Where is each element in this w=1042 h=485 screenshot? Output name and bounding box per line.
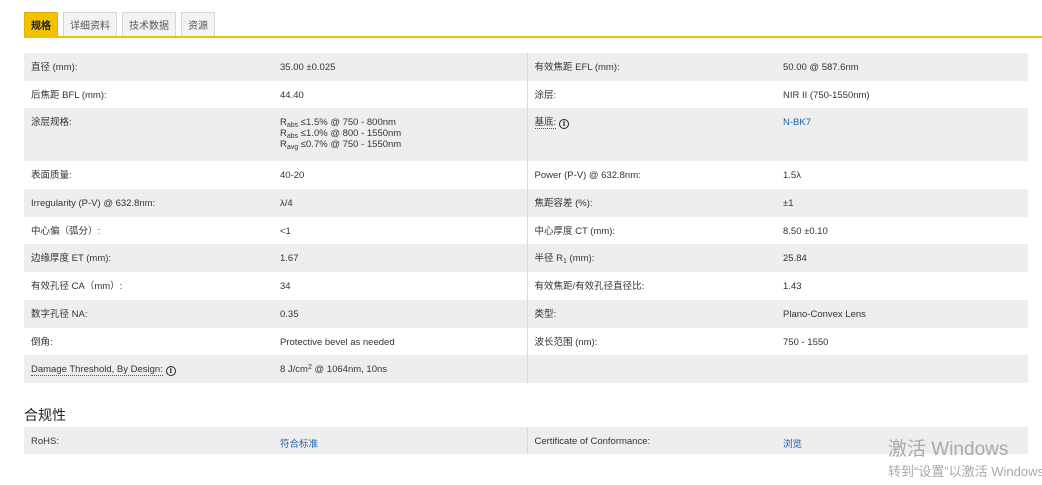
spec-label: 焦距容差 (%): bbox=[527, 189, 776, 217]
watermark-line-1: 激活 Windows bbox=[888, 439, 1009, 460]
spec-label: 数字孔径 NA: bbox=[24, 299, 273, 328]
spec-value: 1.67 bbox=[273, 244, 528, 273]
compliance-table: RoHS: 符合标准 Certificate of Conformance: 浏… bbox=[24, 427, 1028, 454]
spec-value: 1.5λ bbox=[783, 170, 801, 182]
spec-value: 44.40 bbox=[273, 80, 528, 109]
spec-label: 涂层规格: bbox=[24, 108, 273, 162]
substrate-label-text[interactable]: 基底: bbox=[534, 117, 557, 130]
spec-value: <1 bbox=[273, 216, 528, 245]
substrate-link[interactable]: N-BK7 bbox=[783, 117, 811, 128]
spec-value: λ/4 bbox=[273, 189, 528, 217]
table-row: 倒角: Protective bevel as needed 波长范围 (nm)… bbox=[24, 327, 1028, 356]
spec-value: 40-20 bbox=[273, 161, 528, 190]
spec-label: 波长范围 (nm): bbox=[534, 336, 598, 348]
tab-resources[interactable]: 资源 bbox=[181, 12, 215, 36]
spec-value: 50.00 @ 587.6nm bbox=[776, 53, 1028, 81]
table-row: 边缘厚度 ET (mm): 1.67 半径 R1 (mm): 25.84 bbox=[24, 244, 1028, 273]
tab-technical-data[interactable]: 技术数据 bbox=[122, 12, 176, 36]
spec-label: Power (P-V) @ 632.8nm: bbox=[534, 170, 641, 182]
table-row: 有效孔径 CA（mm）: 34 有效焦距/有效孔径直径比: 1.43 bbox=[24, 272, 1028, 300]
info-icon[interactable]: i bbox=[559, 119, 570, 130]
spec-label: 中心偏（弧分）: bbox=[31, 225, 101, 237]
coating-line: Ravg ≤0.7% @ 750 - 1550nm bbox=[280, 139, 402, 152]
spec-value: 25.84 bbox=[776, 244, 1028, 273]
table-row: Irregularity (P-V) @ 632.8nm: λ/4 焦距容差 (… bbox=[24, 189, 1028, 217]
spec-label: 表面质量: bbox=[31, 170, 72, 182]
damage-threshold-value: 8 J/cm2 @ 1064nm, 10ns bbox=[273, 355, 528, 383]
coc-label: Certificate of Conformance: bbox=[527, 427, 776, 454]
table-row: 涂层规格: Rabs ≤1.5% @ 750 - 800nm Rabs ≤1.0… bbox=[24, 108, 1028, 162]
empty-cell bbox=[527, 355, 776, 383]
table-row: 中心偏（弧分）: <1 中心厚度 CT (mm): 8.50 ±0.10 bbox=[24, 216, 1028, 245]
table-row: 数字孔径 NA: 0.35 类型: Plano-Convex Lens bbox=[24, 299, 1028, 328]
table-row: RoHS: 符合标准 Certificate of Conformance: 浏… bbox=[24, 427, 1028, 454]
table-row: 后焦距 BFL (mm): 44.40 涂层: NIR II (750-1550… bbox=[24, 80, 1028, 109]
radius-label: 半径 R1 (mm): bbox=[527, 244, 776, 273]
substrate-label: 基底: i bbox=[527, 108, 776, 162]
rohs-link[interactable]: 符合标准 bbox=[280, 439, 318, 450]
tab-underline bbox=[24, 36, 1042, 38]
table-row: Damage Threshold, By Design: i 8 J/cm2 @ … bbox=[24, 355, 1028, 383]
spec-label: 直径 (mm): bbox=[24, 53, 273, 81]
spec-value: 1.43 bbox=[783, 281, 802, 293]
tab-specifications[interactable]: 规格 bbox=[24, 12, 58, 36]
spec-table: 直径 (mm): 35.00 ±0.025 有效焦距 EFL (mm): 50.… bbox=[24, 53, 1028, 383]
rohs-value: 符合标准 bbox=[273, 427, 528, 454]
spec-value: Protective bevel as needed bbox=[273, 327, 528, 356]
spec-value: 35.00 ±0.025 bbox=[273, 53, 528, 81]
empty-cell bbox=[776, 355, 1028, 383]
tab-bar: 规格 详细资料 技术数据 资源 bbox=[24, 12, 215, 36]
spec-value: NIR II (750-1550nm) bbox=[783, 89, 870, 101]
spec-label: 后焦距 BFL (mm): bbox=[31, 89, 107, 101]
spec-label: 有效孔径 CA（mm）: bbox=[31, 281, 123, 293]
windows-activation-watermark: 激活 Windows 转到“设置”以激活 Windows。 bbox=[888, 438, 1042, 482]
spec-label: 有效焦距/有效孔径直径比: bbox=[534, 281, 645, 293]
spec-label: 中心厚度 CT (mm): bbox=[534, 225, 616, 237]
spec-label: 涂层: bbox=[534, 89, 557, 101]
info-icon[interactable]: i bbox=[165, 366, 176, 377]
spec-label: 边缘厚度 ET (mm): bbox=[24, 244, 273, 273]
spec-label: Irregularity (P-V) @ 632.8nm: bbox=[24, 189, 273, 217]
compliance-title: 合规性 bbox=[24, 407, 66, 423]
spec-label: 倒角: bbox=[31, 336, 53, 348]
spec-value: 0.35 bbox=[273, 299, 528, 328]
coc-browse-link[interactable]: 浏览 bbox=[783, 439, 802, 450]
table-row: 表面质量: 40-20 Power (P-V) @ 632.8nm: 1.5λ bbox=[24, 161, 1028, 190]
damage-threshold-label-text[interactable]: Damage Threshold, By Design: bbox=[31, 364, 163, 377]
spec-value: 34 bbox=[273, 272, 528, 300]
spec-label: 类型: bbox=[527, 299, 776, 328]
substrate-value: N-BK7 bbox=[776, 108, 1028, 162]
watermark-line-2: 转到“设置”以激活 Windows。 bbox=[888, 464, 1042, 479]
coating-line: Rabs ≤1.0% @ 800 - 1550nm bbox=[280, 128, 402, 141]
spec-label: 有效焦距 EFL (mm): bbox=[527, 53, 776, 81]
spec-value: Plano-Convex Lens bbox=[776, 299, 1028, 328]
spec-value: ±1 bbox=[776, 189, 1028, 217]
table-row: 直径 (mm): 35.00 ±0.025 有效焦距 EFL (mm): 50.… bbox=[24, 53, 1028, 81]
coating-spec-value: Rabs ≤1.5% @ 750 - 800nm Rabs ≤1.0% @ 80… bbox=[273, 108, 528, 162]
spec-value: 8.50 ±0.10 bbox=[783, 225, 828, 237]
rohs-label: RoHS: bbox=[24, 427, 273, 454]
spec-value: 750 - 1550 bbox=[783, 336, 829, 348]
damage-threshold-label: Damage Threshold, By Design: i bbox=[24, 355, 273, 383]
tab-details[interactable]: 详细资料 bbox=[63, 12, 117, 36]
coating-line: Rabs ≤1.5% @ 750 - 800nm bbox=[280, 117, 396, 130]
